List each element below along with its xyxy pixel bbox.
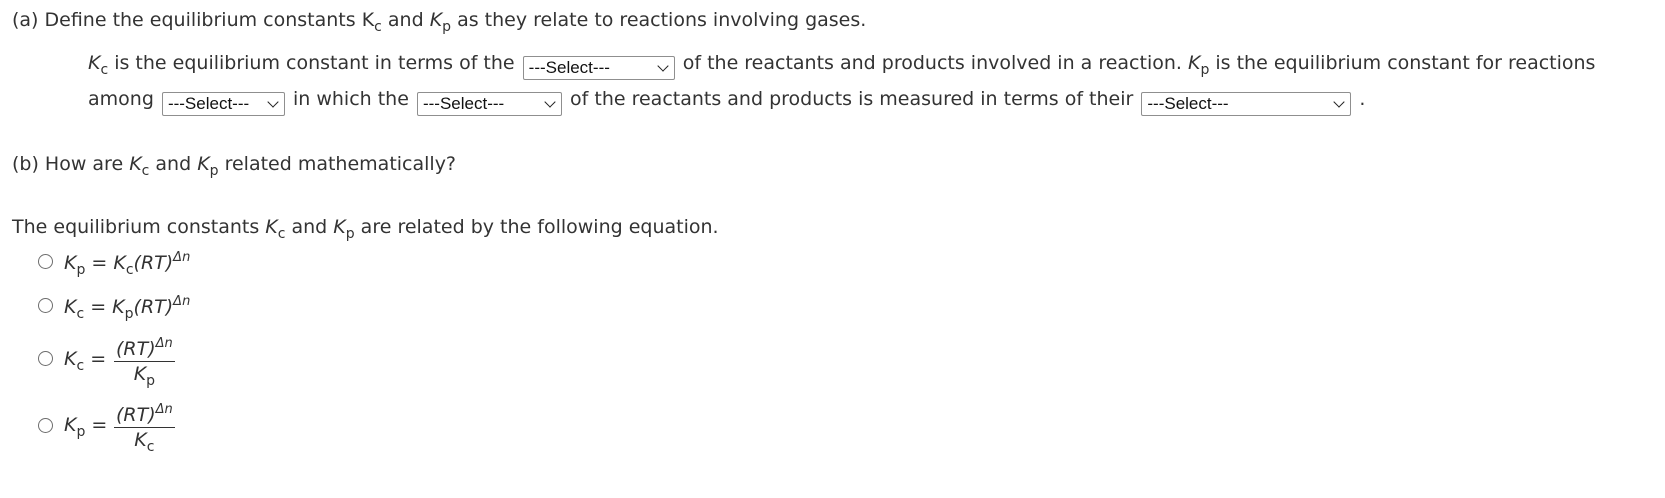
fraction-rt-over-kc: (RT)Δn Kc — [114, 402, 175, 455]
concentration-select[interactable]: ---Select--- — [522, 56, 675, 80]
chevron-down-icon — [267, 96, 279, 108]
chevron-down-icon — [657, 60, 669, 72]
reaction-phase-select[interactable]: ---Select--- — [161, 92, 285, 116]
part-a-sentence-line-2: among ---Select--- in which the ---Selec… — [88, 86, 1365, 116]
radio-option-3[interactable]: Kc = (RT)Δn Kp — [38, 336, 238, 394]
part-a-question: (a) Define the equilibrium constants Kc … — [12, 9, 867, 35]
radio-button[interactable] — [38, 418, 53, 433]
fraction-rt-over-kp: (RT)Δn Kp — [114, 336, 175, 389]
quantity-select[interactable]: ---Select--- — [416, 92, 562, 116]
chevron-down-icon — [1333, 96, 1346, 108]
equation-kp-kc-rt: Kp = Kc(RT)Δn — [64, 250, 191, 278]
part-a-sentence-line-1: Kc is the equilibrium constant in terms … — [88, 52, 1596, 80]
radio-option-4[interactable]: Kp = (RT)Δn Kc — [38, 402, 238, 460]
radio-button[interactable] — [38, 254, 53, 269]
equation-kc-kp-rt: Kc = Kp(RT)Δn — [64, 294, 191, 322]
equation-lhs-kc: Kc = — [64, 348, 107, 374]
part-b-statement: The equilibrium constants Kc and Kp are … — [12, 216, 719, 242]
equation-options: Kp = Kc(RT)Δn Kc = Kp(RT)Δn Kc = (RT)Δn … — [38, 250, 338, 490]
radio-button[interactable] — [38, 298, 53, 313]
part-b-question: (b) How are Kc and Kp related mathematic… — [12, 153, 457, 179]
equation-lhs-kp: Kp = — [64, 414, 108, 440]
radio-option-2[interactable]: Kc = Kp(RT)Δn — [38, 294, 238, 324]
chevron-down-icon — [544, 96, 556, 108]
measurement-unit-select[interactable]: ---Select--- — [1141, 92, 1352, 116]
radio-button[interactable] — [38, 351, 53, 366]
radio-option-1[interactable]: Kp = Kc(RT)Δn — [38, 250, 238, 280]
